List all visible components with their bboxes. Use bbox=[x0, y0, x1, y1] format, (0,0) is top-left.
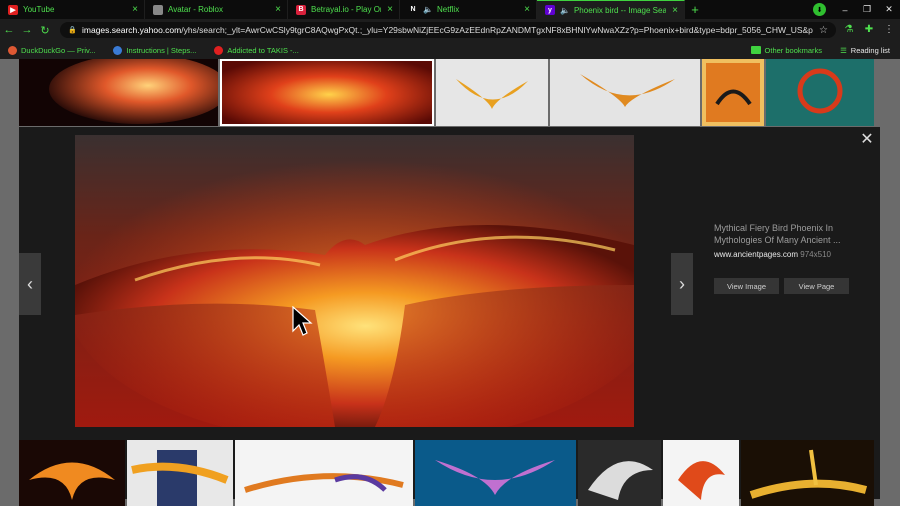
viewer-actions: View Image View Page bbox=[714, 278, 849, 294]
mouse-cursor-icon bbox=[292, 306, 313, 336]
window-controls: ⬇ – ❐ ✕ bbox=[813, 0, 900, 19]
tab-strip: ▶ YouTube × Avatar - Roblox × B Betrayal.io - … bbox=[0, 0, 900, 19]
tab-title: Avatar - Roblox bbox=[168, 5, 223, 14]
thumbnail-image[interactable] bbox=[702, 59, 764, 126]
tab-title: Betrayal.io - Play Online! bbox=[311, 5, 381, 14]
close-window-button[interactable]: ✕ bbox=[878, 4, 900, 15]
thumbnail-image[interactable] bbox=[766, 59, 874, 126]
thumbnail-image[interactable] bbox=[550, 59, 700, 126]
extensions-area: ⚗ ✚ ⋮ bbox=[842, 22, 896, 36]
tab-audio-icon[interactable]: 🔈 bbox=[560, 6, 570, 15]
thumbnail-image-selected[interactable] bbox=[220, 59, 434, 126]
tab-close-icon[interactable]: × bbox=[672, 5, 678, 16]
bookmark-favicon-icon bbox=[8, 45, 17, 55]
view-image-button[interactable]: View Image bbox=[714, 278, 779, 294]
thumbnail-image[interactable] bbox=[415, 440, 576, 506]
puzzle-icon[interactable]: ✚ bbox=[862, 22, 876, 36]
thumbnail-image[interactable] bbox=[19, 59, 218, 126]
bookmark-favicon-icon bbox=[113, 45, 123, 55]
image-title[interactable]: Mythical Fiery Bird Phoenix In Mythologi… bbox=[714, 222, 864, 246]
image-source[interactable]: www.ancientpages.com 974x510 bbox=[714, 250, 864, 259]
thumbnail-image[interactable] bbox=[578, 440, 661, 506]
bookmark-favicon-icon bbox=[214, 45, 224, 55]
thumbnail-row-bottom bbox=[19, 440, 874, 506]
menu-icon[interactable]: ⋮ bbox=[882, 22, 896, 36]
extension-icon[interactable]: ⚗ bbox=[842, 22, 856, 36]
url-text[interactable]: images.search.yahoo.com/yhs/search;_ylt=… bbox=[82, 25, 813, 35]
image-search-page: ‹ › ✕ Mythical Fiery Bird Phoenix In Myt… bbox=[0, 59, 900, 506]
tab-4[interactable]: y 🔈Phoenix bird -- Image Search Re × bbox=[537, 0, 685, 19]
tab-title: Netflix bbox=[436, 5, 460, 14]
other-bookmarks-label: Other bookmarks bbox=[764, 45, 823, 55]
reading-list-icon: ☰ bbox=[840, 45, 847, 55]
reading-list-label: Reading list bbox=[850, 45, 890, 55]
tab-close-icon[interactable]: × bbox=[387, 4, 393, 15]
tab-favicon-icon: B bbox=[296, 4, 306, 15]
restore-button[interactable]: ❐ bbox=[856, 4, 878, 15]
tab-favicon-icon: ▶ bbox=[8, 4, 18, 15]
new-tab-button[interactable]: + bbox=[685, 0, 705, 19]
bookmarks-right: Other bookmarks ☰ Reading list bbox=[743, 41, 900, 59]
bookmark-2[interactable]: Addicted to TAKIS -... bbox=[214, 45, 299, 55]
bookmarks-bar: DuckDuckGo — Priv... Instructions | Steps… bbox=[0, 41, 900, 59]
tab-title: Phoenix bird -- Image Search Re bbox=[573, 5, 667, 15]
image-info: Mythical Fiery Bird Phoenix In Mythologi… bbox=[714, 222, 864, 259]
back-icon[interactable]: ← bbox=[0, 24, 18, 36]
tab-favicon-icon: N bbox=[408, 4, 418, 15]
bookmark-label: Instructions | Steps... bbox=[126, 45, 197, 55]
thumbnail-row-top bbox=[19, 59, 874, 126]
url-domain: images.search.yahoo.com bbox=[82, 25, 182, 35]
profile-icon[interactable]: ⬇ bbox=[813, 3, 826, 16]
tab-3[interactable]: N 🔈 Netflix × bbox=[400, 0, 537, 19]
bookmark-1[interactable]: Instructions | Steps... bbox=[113, 45, 197, 55]
bookmark-label: DuckDuckGo — Priv... bbox=[21, 45, 96, 55]
reload-icon[interactable]: ↻ bbox=[36, 24, 54, 37]
tab-2[interactable]: B Betrayal.io - Play Online! × bbox=[288, 0, 400, 19]
address-bar[interactable]: 🔒 images.search.yahoo.com/yhs/search;_yl… bbox=[60, 22, 836, 38]
tab-close-icon[interactable]: × bbox=[524, 4, 530, 15]
bookmark-0[interactable]: DuckDuckGo — Priv... bbox=[8, 45, 96, 55]
tab-audio-icon[interactable]: 🔈 bbox=[423, 5, 433, 14]
url-path: /yhs/search;_ylt=AwrCwCSly9tgrC8AQwgPxQt… bbox=[181, 25, 814, 35]
tab-close-icon[interactable]: × bbox=[132, 4, 138, 15]
tab-0[interactable]: ▶ YouTube × bbox=[0, 0, 145, 19]
tab-favicon-icon bbox=[153, 4, 163, 15]
tab-close-icon[interactable]: × bbox=[275, 4, 281, 15]
close-viewer-icon[interactable]: ✕ bbox=[860, 132, 874, 148]
next-image-button[interactable]: › bbox=[671, 253, 693, 315]
previous-image-button[interactable]: ‹ bbox=[19, 253, 41, 315]
minimize-button[interactable]: – bbox=[834, 5, 856, 15]
tab-1[interactable]: Avatar - Roblox × bbox=[145, 0, 288, 19]
folder-icon bbox=[750, 46, 761, 54]
image-source-domain: www.ancientpages.com bbox=[714, 250, 799, 259]
lock-icon[interactable]: 🔒 bbox=[68, 26, 77, 34]
forward-icon[interactable]: → bbox=[18, 24, 36, 36]
thumbnail-image[interactable] bbox=[127, 440, 233, 506]
thumbnail-image[interactable] bbox=[663, 440, 739, 506]
bookmark-label: Addicted to TAKIS -... bbox=[227, 45, 299, 55]
tab-title: YouTube bbox=[23, 5, 55, 14]
thumbnail-image[interactable] bbox=[235, 440, 413, 506]
image-dimensions: 974x510 bbox=[800, 250, 831, 259]
thumbnail-image[interactable] bbox=[19, 440, 125, 506]
thumbnail-image[interactable] bbox=[741, 440, 874, 506]
other-bookmarks[interactable]: Other bookmarks bbox=[750, 45, 823, 55]
thumbnail-image[interactable] bbox=[436, 59, 548, 126]
toolbar: ← → ↻ 🔒 images.search.yahoo.com/yhs/sear… bbox=[0, 19, 900, 41]
phoenix-main-image[interactable] bbox=[75, 135, 634, 427]
bookmark-star-icon[interactable]: ☆ bbox=[819, 25, 828, 36]
view-page-button[interactable]: View Page bbox=[784, 278, 849, 294]
tab-favicon-icon: y bbox=[545, 5, 555, 15]
reading-list[interactable]: ☰ Reading list bbox=[840, 46, 890, 55]
